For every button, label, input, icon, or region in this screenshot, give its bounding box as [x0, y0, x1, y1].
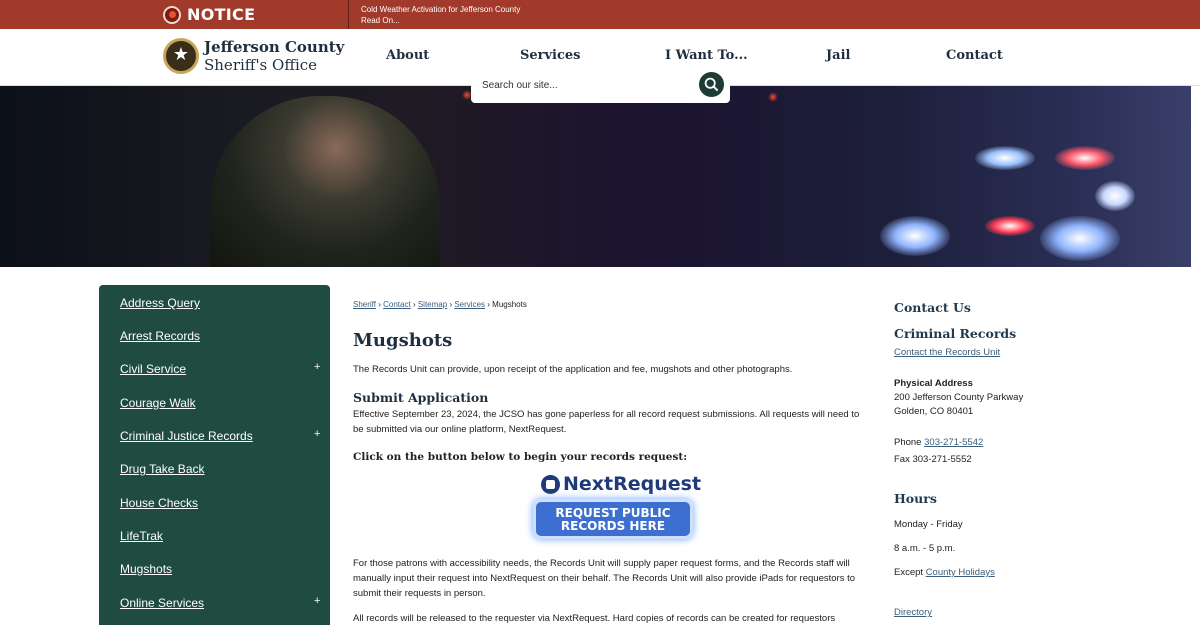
contact-records-unit-link[interactable]: Contact the Records Unit: [894, 347, 1000, 358]
breadcrumb-link[interactable]: Services: [454, 300, 485, 309]
nextrequest-logo-text: NextRequest: [563, 473, 702, 495]
hours-heading: Hours: [894, 491, 937, 506]
notice-divider: [348, 0, 349, 29]
hero-light: [975, 146, 1035, 170]
holiday-row: Except County Holidays: [894, 566, 995, 580]
hours-text: 8 a.m. - 5 p.m.: [894, 543, 956, 554]
expand-icon[interactable]: +: [314, 428, 320, 440]
search-button[interactable]: [697, 70, 726, 99]
nextrequest-logo: NextRequest: [541, 473, 701, 495]
nav-about[interactable]: About: [386, 48, 429, 63]
hero-light: [768, 92, 778, 102]
release-text: All records will be released to the requ…: [353, 613, 836, 624]
hero-light: [985, 216, 1035, 236]
request-button-line2: RECORDS HERE: [560, 519, 666, 533]
county-holidays-link[interactable]: County Holidays: [926, 567, 995, 578]
breadcrumb-separator: ›: [378, 300, 381, 309]
breadcrumb-link[interactable]: Sheriff: [353, 300, 376, 309]
phone-label: Phone: [894, 437, 922, 448]
sidebar-item-online-services[interactable]: Online Services: [120, 596, 204, 616]
alert-icon: [163, 5, 181, 24]
request-public-records-button[interactable]: REQUEST PUBLIC RECORDS HERE: [533, 499, 693, 539]
breadcrumb-separator: ›: [449, 300, 453, 309]
sidebar-item-mugshots[interactable]: Mugshots: [120, 562, 172, 582]
sidebar-item-address-query[interactable]: Address Query: [120, 296, 200, 316]
sheriff-badge-icon: [163, 38, 199, 74]
submit-application-text: Effective September 23, 2024, the JCSO h…: [353, 409, 860, 435]
breadcrumb-link[interactable]: Sitemap: [418, 300, 447, 309]
nav-i-want-to[interactable]: I Want To...: [665, 48, 748, 63]
search-icon: [704, 77, 719, 92]
contact-us-heading: Contact Us: [894, 300, 971, 315]
submit-application-heading: Submit Application: [353, 390, 489, 405]
physical-address-label: Physical Address: [894, 378, 973, 389]
sidebar-item-drug-take-back[interactable]: Drug Take Back: [120, 462, 205, 482]
sidebar-item-civil-service[interactable]: Civil Service: [120, 362, 186, 382]
nav-jail[interactable]: Jail: [826, 48, 850, 63]
page-title: Mugshots: [353, 330, 453, 351]
sidebar-item-arrest-records[interactable]: Arrest Records: [120, 329, 200, 349]
phone-link[interactable]: 303-271-5542: [924, 437, 983, 448]
notice-message-link[interactable]: Cold Weather Activation for Jefferson Co…: [361, 4, 520, 15]
breadcrumb-separator: ›: [487, 300, 490, 309]
nav-services[interactable]: Services: [520, 48, 581, 63]
address-line1: 200 Jefferson County Parkway: [894, 392, 1024, 403]
hero-banner: [0, 86, 1191, 267]
site-search-box: [471, 66, 730, 103]
notice-title: NOTICE: [187, 5, 256, 24]
notice-message: Cold Weather Activation for Jefferson Co…: [361, 4, 520, 26]
search-input[interactable]: [482, 75, 687, 95]
notice-label[interactable]: NOTICE: [163, 0, 255, 29]
site-logo[interactable]: Jefferson County Sheriff's Office: [163, 38, 344, 74]
sidebar-item-courage-walk[interactable]: Courage Walk: [120, 396, 196, 416]
breadcrumb: Sheriff › Contact › Sitemap › Services ›…: [353, 300, 527, 309]
hero-light: [1055, 146, 1115, 170]
sidebar-item-criminal-justice-records[interactable]: Criminal Justice Records: [120, 429, 253, 449]
breadcrumb-link[interactable]: Contact: [383, 300, 411, 309]
breadcrumb-current: Mugshots: [492, 300, 527, 309]
directory-link[interactable]: Directory: [894, 607, 932, 618]
intro-text: The Records Unit can provide, upon recei…: [353, 364, 793, 375]
days-text: Monday - Friday: [894, 519, 963, 530]
hero-light: [1040, 216, 1120, 261]
except-label: Except: [894, 567, 924, 578]
hero-light: [880, 216, 950, 256]
hero-light: [1095, 181, 1135, 211]
phone-row: Phone 303-271-5542: [894, 436, 983, 450]
nav-contact[interactable]: Contact: [946, 48, 1003, 63]
hero-deputy-image: [210, 96, 440, 267]
notice-read-more-link[interactable]: Read On...: [361, 15, 520, 26]
expand-icon[interactable]: +: [314, 361, 320, 373]
criminal-records-heading: Criminal Records: [894, 326, 1017, 341]
notice-bar: NOTICE Cold Weather Activation for Jeffe…: [0, 0, 1200, 29]
fax-text: Fax 303-271-5552: [894, 454, 972, 465]
breadcrumb-separator: ›: [412, 300, 416, 309]
address-line2: Golden, CO 80401: [894, 406, 974, 417]
logo-line1: Jefferson County: [204, 38, 345, 56]
nextrequest-icon: [541, 474, 560, 494]
expand-icon[interactable]: +: [314, 595, 320, 607]
sidebar-nav: Address Query Arrest Records Civil Servi…: [99, 285, 330, 625]
sidebar-item-house-checks[interactable]: House Checks: [120, 496, 198, 516]
logo-line2: Sheriff's Office: [204, 56, 318, 74]
accessibility-text: For those patrons with accessibility nee…: [353, 558, 856, 599]
click-button-heading: Click on the button below to begin your …: [353, 451, 688, 463]
sidebar-item-lifetrak[interactable]: LifeTrak: [120, 529, 163, 549]
logo-text: Jefferson County Sheriff's Office: [204, 38, 344, 74]
